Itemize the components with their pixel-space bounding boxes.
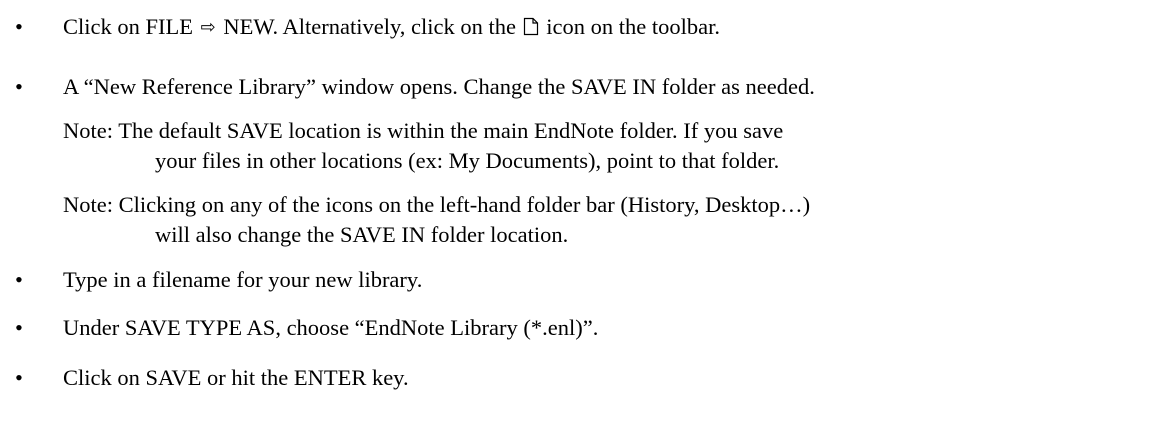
right-arrow-icon: ⇨ xyxy=(200,17,216,38)
new-document-icon xyxy=(523,17,538,36)
step-text: icon on the toolbar. xyxy=(546,14,720,39)
step-text: Click on FILE xyxy=(63,14,193,39)
bullet: • xyxy=(15,315,23,340)
note-folder-bar: Note: Clicking on any of the icons on th… xyxy=(63,192,811,217)
instruction-step-file-new: Click on FILE ⇨ NEW. Alternatively, clic… xyxy=(63,13,720,43)
instruction-step-new-library-window: A “New Reference Library” window opens. … xyxy=(63,74,815,99)
instruction-step-save-type: Under SAVE TYPE AS, choose “EndNote Libr… xyxy=(63,315,599,340)
bullet: • xyxy=(15,14,23,39)
note-continuation: will also change the SAVE IN folder loca… xyxy=(155,222,569,247)
bullet: • xyxy=(15,267,23,292)
instruction-document: • Click on FILE ⇨ NEW. Alternatively, cl… xyxy=(0,0,1150,443)
instruction-step-filename: Type in a filename for your new library. xyxy=(63,267,423,292)
instruction-step-save: Click on SAVE or hit the ENTER key. xyxy=(63,365,409,390)
bullet: • xyxy=(15,365,23,390)
note-continuation: your files in other locations (ex: My Do… xyxy=(155,148,780,173)
bullet: • xyxy=(15,74,23,99)
step-text: NEW. Alternatively, click on the xyxy=(223,14,516,39)
note-default-location: Note: The default SAVE location is withi… xyxy=(63,118,784,143)
